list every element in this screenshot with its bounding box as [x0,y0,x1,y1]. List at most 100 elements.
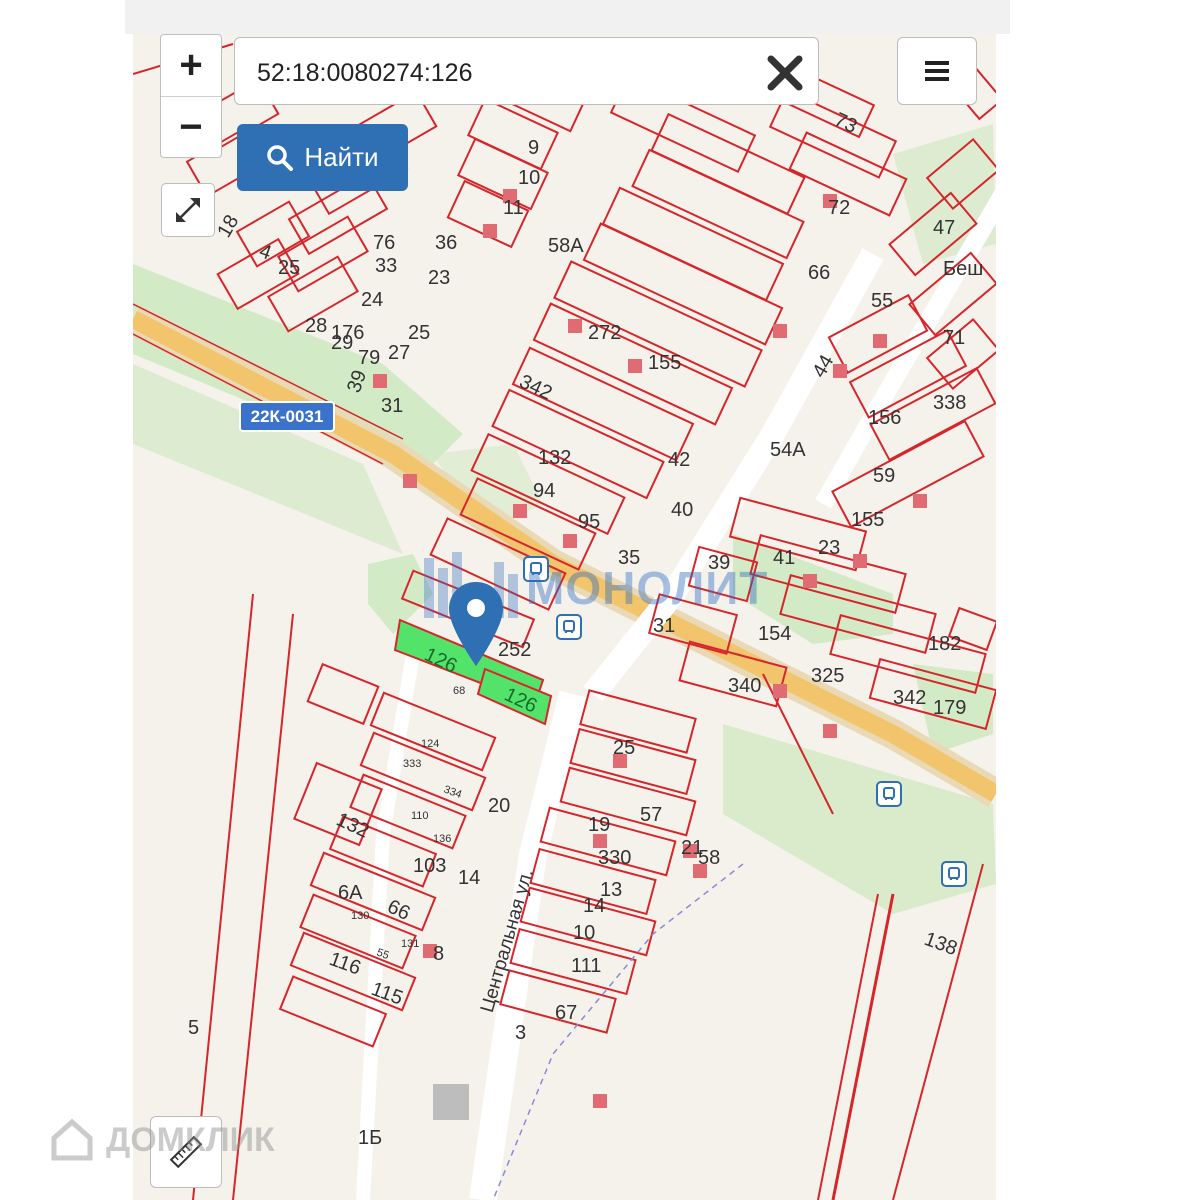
parcel-label: 66 [808,262,830,284]
building [373,374,387,388]
parcel-label: 155 [851,509,884,531]
domclick-text: ДОМКЛИК [106,1120,275,1159]
parcel-label: 67 [555,1002,577,1024]
parcel-label: 3 [515,1022,526,1044]
zoom-control: + − [160,34,222,158]
parcel-label: 155 [648,352,681,374]
parcel-label: 54А [770,439,806,461]
parcel-label: 124 [421,738,439,750]
parcel-label: 138 [921,928,960,960]
map-app: 73 72 66 55 47 44 71 338 156 59 155 23 41 39 182 154 31 3… [0,0,1200,1200]
building [563,534,577,548]
railway-line-2 [817,893,879,1200]
parcel-label: 29 [331,332,353,354]
search-icon [267,144,294,171]
building [773,684,787,698]
parcel-label: 40 [671,499,693,521]
parcel-outline [306,662,380,726]
parcel-label: 103 [413,855,446,877]
parcel-outline [579,689,697,754]
parcel-label: 14 [583,895,605,917]
parcel-label: 25 [278,257,300,279]
parcel-label: 182 [928,633,961,655]
find-button[interactable]: Найти [237,124,408,191]
house-logo-icon [51,1118,93,1161]
building [628,359,642,373]
parcel-label: 27 [388,342,410,364]
parcel-label: 95 [578,511,600,533]
find-button-label: Найти [304,142,379,172]
parcel-label: 31 [381,395,403,417]
parcel-label: 136 [433,833,451,845]
parcel-label: 21 [681,837,703,859]
parcel-label: 342 [516,371,556,405]
building [593,1094,607,1108]
building [913,494,927,508]
parcel-label: 72 [828,197,850,219]
parcel-label: 79 [358,347,380,369]
bus-stop-icon[interactable] [876,781,902,807]
parcel-label: 179 [933,697,966,719]
parcel-label: 338 [933,392,966,414]
parcel-label: 25 [408,322,430,344]
parcel-label: 6А [338,882,363,904]
parcel-label: 325 [811,665,844,687]
clear-button[interactable] [760,48,810,98]
close-icon [767,55,803,91]
building [803,574,817,588]
parcel-label: 66 [384,896,413,925]
parcel-label: 110 [411,810,429,822]
railway-line [831,893,895,1200]
parcel-label: 23 [818,537,840,559]
parcel-label: 36 [435,232,457,254]
zoom-in-button[interactable]: + [161,35,221,97]
bus-stop-icon[interactable] [941,861,967,887]
domclick-logo: ДОМКЛИК [48,1110,288,1170]
parcel-label: 8 [433,943,444,965]
parcel-label: 57 [640,804,662,826]
search-box [234,37,819,105]
parcel-label: 24 [361,289,383,311]
parcel-label: 130 [351,910,369,922]
parcel-label: 5 [188,1017,199,1039]
boundary-line [892,863,984,1200]
parcel-label: 132 [538,447,571,469]
parcel-label: 9 [528,137,539,159]
parcel-label: 342 [893,687,926,709]
parcel-label: 33 [375,255,397,277]
building [513,504,527,518]
parcel-label: 19 [588,814,610,836]
parcel-label: 28 [305,315,327,337]
zoom-out-button[interactable]: − [161,97,221,158]
building [593,834,607,848]
parcel-label: 116 [326,948,363,980]
location-pin-icon[interactable] [447,580,505,668]
parcel-label: 68 [453,685,465,697]
building [873,334,887,348]
parcel-outline [650,112,806,216]
parcel-label: 330 [598,847,631,869]
parcel-label: 340 [728,675,761,697]
parcel-label: 10 [573,922,595,944]
parcel-label: 23 [428,267,450,289]
parcel-outline [293,761,383,847]
parcel-label: 76 [373,232,395,254]
building [568,319,582,333]
parcel-label: 59 [873,465,895,487]
building [403,474,417,488]
parcel-label: 333 [403,758,421,770]
parcel-label: 25 [613,737,635,759]
parcel-label: 10 [518,167,540,189]
parcel-label: Беш [943,258,983,280]
expand-icon [176,198,200,222]
parcel-label: 94 [533,480,555,502]
parcel-label: 71 [943,327,965,349]
parcel-label: 272 [588,322,621,344]
search-input[interactable] [255,52,739,94]
parcel-label: 156 [868,407,901,429]
parcel-label: 47 [933,217,955,239]
building-grey [433,1084,469,1120]
menu-button[interactable] [897,37,977,105]
parcel-label: 42 [668,449,690,471]
fullscreen-button[interactable] [161,183,215,237]
